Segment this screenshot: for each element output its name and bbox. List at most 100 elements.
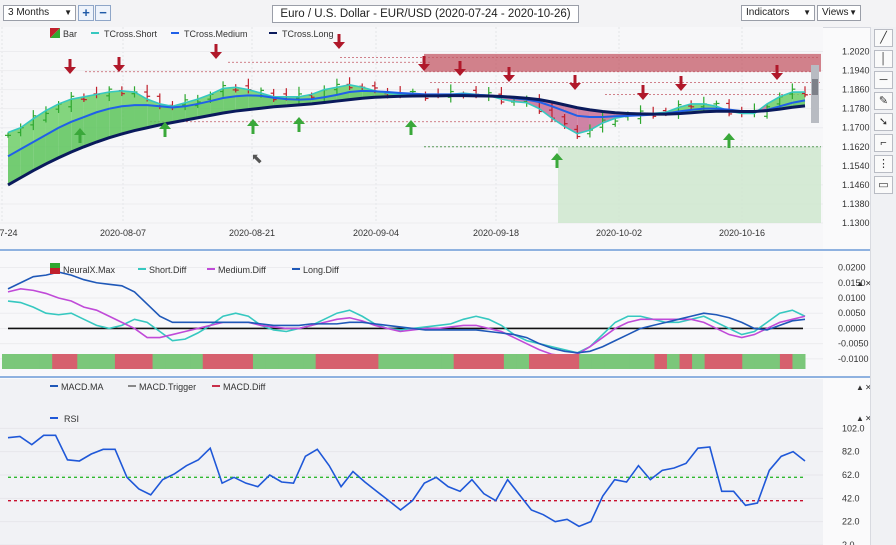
neuralx-signal-bar	[616, 354, 630, 369]
neuralx-signal-bar	[416, 354, 430, 369]
neuralx-signal-bar	[240, 354, 254, 369]
legend-label: Long.Diff	[303, 265, 339, 275]
legend-swatch	[50, 263, 60, 268]
buy-arrow-icon	[297, 123, 301, 132]
zoom-out-button[interactable]: −	[95, 5, 111, 21]
neuralx-signal-bar	[767, 354, 781, 369]
price-axis-label: 1.2020	[842, 47, 870, 57]
chart-title: Euro / U.S. Dollar - EUR/USD (2020-07-24…	[272, 5, 579, 23]
neuralx-signal-bar	[591, 354, 605, 369]
date-axis-label: 2020-10-02	[596, 228, 642, 238]
neuralx-signal-bar	[478, 354, 492, 369]
legend-label: MACD.Diff	[223, 382, 266, 392]
chart-area[interactable]: Bar TCross.Short TCross.Medium TCross.Long 1…	[0, 27, 870, 545]
neuralx-signal-bar	[140, 354, 154, 369]
neuralx-signal-bar	[89, 354, 103, 369]
price-axis-label: 1.1300	[842, 218, 870, 228]
neuralx-signal-bar	[14, 354, 28, 369]
neuralx-signal-bar	[441, 354, 455, 369]
neuralx-signal-bar	[516, 354, 530, 369]
indicators-label: Indicators	[746, 7, 790, 18]
collapse-icon: ▲	[856, 414, 864, 423]
neuralx-signal-bar	[654, 354, 668, 369]
fibonacci-icon[interactable]: ⌐	[874, 134, 893, 152]
neuralx-signal-bar	[792, 354, 806, 369]
neuralx-signal-bar	[666, 354, 681, 369]
buy-arrow-icon	[409, 126, 413, 135]
sell-arrow-icon	[458, 61, 462, 70]
period-select[interactable]: 3 Months ▼	[3, 5, 76, 21]
rsi-axis-label: 102.0	[842, 423, 865, 433]
legend-swatch	[50, 268, 60, 274]
neuralx-signal-bar	[152, 354, 166, 369]
price-axis-label: 1.1380	[842, 199, 870, 209]
comment-icon[interactable]: ▭	[874, 176, 893, 194]
arrow-icon[interactable]: ➘	[874, 113, 893, 131]
sell-arrow-icon	[422, 56, 426, 65]
sell-arrow-icon	[337, 34, 341, 43]
sell-arrow-icon	[214, 44, 218, 53]
neuralx-signal-bar	[491, 354, 505, 369]
close-icon: ✕	[865, 414, 870, 423]
neuralx-signal-bar	[641, 354, 655, 369]
neuralx-signal-bar	[202, 354, 216, 369]
sell-arrow-icon	[641, 85, 645, 94]
neuralx-axis-label: 0.0100	[838, 293, 866, 303]
neuralx-signal-bar	[566, 354, 580, 369]
neuralx-signal-bar	[52, 354, 66, 369]
chevron-down-icon: ▼	[64, 8, 72, 17]
date-axis-label: 2020-10-16	[719, 228, 765, 238]
rsi-axis-label: 42.0	[842, 493, 860, 503]
macd-rsi-panel: MACD.MA MACD.Trigger MACD.Diff RSI 102.0 82.0…	[0, 379, 870, 545]
legend-label: Short.Diff	[149, 265, 187, 275]
price-axis-label: 1.1860	[842, 85, 870, 95]
rsi-axis-label: 62.0	[842, 470, 860, 480]
neuralx-signal-bar	[604, 354, 618, 369]
line-tool-icon[interactable]: ╱	[874, 29, 893, 47]
neuralx-signal-bar	[629, 354, 643, 369]
collapse-icon: ▲	[856, 279, 864, 288]
pen-icon[interactable]: ✎	[874, 92, 893, 110]
neuralx-signal-bar	[127, 354, 141, 369]
indicators-dropdown[interactable]: Indicators ▼	[741, 5, 815, 21]
toolbar: 3 Months ▼ + − Euro / U.S. Dollar - EUR/…	[0, 0, 896, 28]
neuralx-signal-bar	[252, 354, 266, 369]
neuralx-axis-label: 0.0050	[838, 308, 866, 318]
zoom-in-button[interactable]: +	[78, 5, 94, 21]
sell-arrow-icon	[117, 57, 121, 66]
horizontal-line-icon[interactable]: ─	[874, 71, 893, 89]
vertical-line-icon[interactable]: │	[874, 50, 893, 68]
rsi-axis-label: 2.0	[842, 540, 855, 545]
views-dropdown[interactable]: Views ▼	[817, 5, 861, 21]
more-icon[interactable]: ⋮	[874, 155, 893, 173]
chevron-down-icon: ▼	[803, 8, 811, 17]
price-axis-label: 1.1780	[842, 104, 870, 114]
neuralx-signal-bar	[64, 354, 78, 369]
date-axis-label: 2020-09-04	[353, 228, 399, 238]
neuralx-panel: NeuralX.Max Short.Diff Medium.Diff Long.Dif…	[0, 252, 870, 375]
neuralx-signal-bar	[503, 354, 517, 369]
sell-arrow-icon	[573, 75, 577, 84]
sell-arrow-icon	[679, 76, 683, 85]
drawing-tools-sidebar: ╱ │ ─ ✎ ➘ ⌐ ⋮ ▭	[870, 27, 896, 545]
period-label: 3 Months	[8, 7, 50, 18]
buy-arrow-icon	[78, 134, 82, 143]
price-axis-label: 1.1540	[842, 161, 870, 171]
buy-arrow-icon	[163, 128, 167, 137]
price-axis-label: 1.1460	[842, 180, 870, 190]
resistance-zone	[424, 53, 821, 72]
neuralx-signal-bar	[177, 354, 191, 369]
neuralx-signal-bar	[742, 354, 756, 369]
neuralx-signal-bar	[290, 354, 304, 369]
legend-label: Medium.Diff	[218, 265, 266, 275]
neuralx-signal-bar	[692, 354, 706, 369]
sell-arrow-icon	[68, 59, 72, 68]
price-axis-label: 1.1620	[842, 142, 870, 152]
legend-label: MACD.MA	[61, 382, 104, 392]
neuralx-signal-bar	[466, 354, 480, 369]
price-axis-label: 1.1700	[842, 123, 870, 133]
neuralx-signal-bar	[315, 354, 329, 369]
neuralx-signal-bar	[679, 354, 693, 369]
neuralx-signal-bar	[528, 354, 543, 369]
neuralx-signal-bar	[190, 354, 204, 369]
